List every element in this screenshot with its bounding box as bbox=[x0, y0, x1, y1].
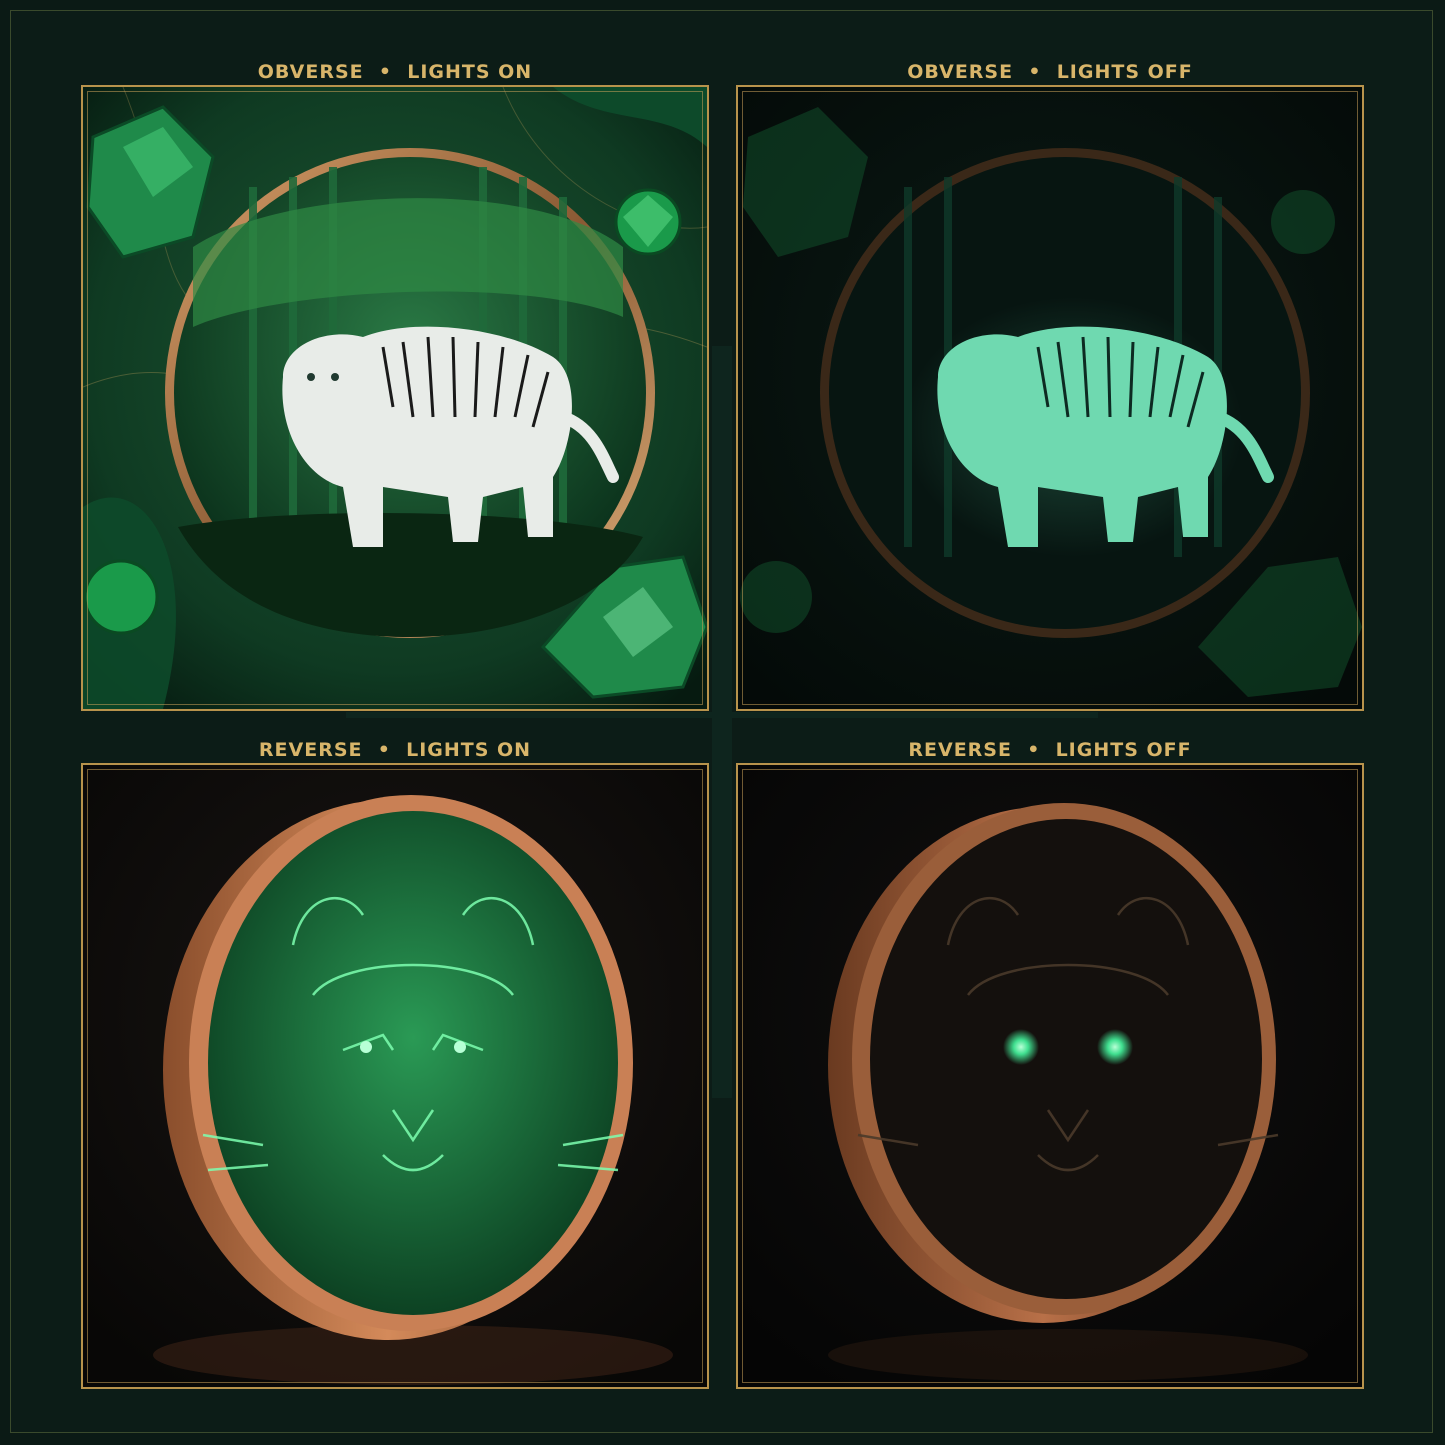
coin-obverse bbox=[165, 148, 655, 638]
image-frame bbox=[81, 85, 709, 711]
glowing-eye bbox=[1003, 1029, 1039, 1065]
image-frame bbox=[736, 85, 1364, 711]
obverse-lights-on-image bbox=[83, 87, 707, 709]
image-frame bbox=[736, 763, 1364, 1389]
panel-title: REVERSE • LIGHTS ON bbox=[258, 739, 532, 761]
image-frame bbox=[81, 763, 709, 1389]
reverse-lights-on-image bbox=[83, 765, 707, 1387]
glowing-eye bbox=[1097, 1029, 1133, 1065]
obverse-lights-off-image bbox=[738, 87, 1362, 709]
panel-title: OBVERSE • LIGHTS OFF bbox=[907, 61, 1193, 83]
panel-title: OBVERSE • LIGHTS ON bbox=[257, 61, 533, 83]
coin-reverse bbox=[163, 795, 633, 1340]
reverse-lights-off-image bbox=[738, 765, 1362, 1387]
coin-obverse bbox=[820, 148, 1310, 638]
center-divider-vertical bbox=[712, 346, 732, 1098]
panel-title: REVERSE • LIGHTS OFF bbox=[908, 739, 1192, 761]
